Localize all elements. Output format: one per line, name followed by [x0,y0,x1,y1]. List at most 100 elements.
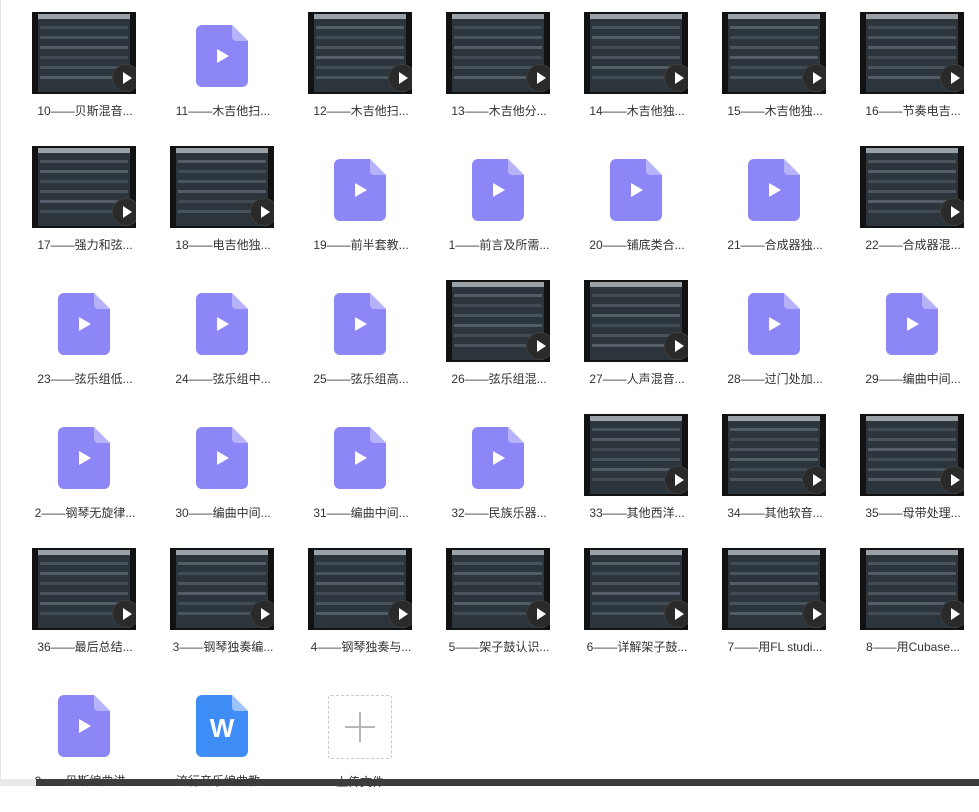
video-file-icon[interactable] [58,427,110,489]
play-icon[interactable] [802,600,826,628]
file-item[interactable]: 16——节奏电吉... [845,12,975,142]
video-thumbnail[interactable] [446,548,550,630]
file-name[interactable]: 7——用FL studi... [707,638,843,655]
file-item[interactable]: 22——合成器混... [845,146,975,276]
file-item[interactable]: 5——架子鼓认识... [431,548,561,678]
file-item[interactable]: 21——合成器独... [707,146,837,276]
play-icon[interactable] [526,600,550,628]
file-item[interactable]: 27——人声混音... [569,280,699,410]
video-thumbnail[interactable] [32,548,136,630]
video-thumbnail[interactable] [860,146,964,228]
file-item[interactable]: 20——铺底类合... [569,146,699,276]
file-name[interactable]: 14——木吉他独... [569,102,705,119]
video-thumbnail[interactable] [170,548,274,630]
play-icon[interactable] [664,466,688,494]
video-file-icon[interactable] [196,25,248,87]
play-icon[interactable] [664,600,688,628]
play-icon[interactable] [940,466,964,494]
file-item[interactable]: 24——弦乐组中... [155,280,285,410]
scrollbar-thumb[interactable] [36,779,979,786]
video-thumbnail[interactable] [446,280,550,362]
file-item[interactable]: 26——弦乐组混... [431,280,561,410]
file-name[interactable]: 3——钢琴独奏编... [155,638,291,655]
file-name[interactable]: 23——弦乐组低... [17,370,153,387]
file-item[interactable]: 12——木吉他扫... [293,12,423,142]
video-thumbnail[interactable] [722,12,826,94]
file-item[interactable]: 9——贝斯编曲讲... [17,682,147,812]
file-name[interactable]: 24——弦乐组中... [155,370,291,387]
play-icon[interactable] [388,600,412,628]
file-item[interactable]: 11——木吉他扫... [155,12,285,142]
file-name[interactable]: 11——木吉他扫... [155,102,291,119]
file-item[interactable]: 17——强力和弦... [17,146,147,276]
play-icon[interactable] [664,64,688,92]
file-name[interactable]: 35——母带处理... [845,504,979,521]
file-item[interactable]: 6——详解架子鼓... [569,548,699,678]
file-name[interactable]: 31——编曲中间... [293,504,429,521]
play-icon[interactable] [112,64,136,92]
video-file-icon[interactable] [748,159,800,221]
video-file-icon[interactable] [196,427,248,489]
video-file-icon[interactable] [610,159,662,221]
file-item[interactable]: 35——母带处理... [845,414,975,544]
file-item[interactable]: 18——电吉他独... [155,146,285,276]
file-item[interactable]: 32——民族乐器... [431,414,561,544]
video-file-icon[interactable] [334,427,386,489]
play-icon[interactable] [526,64,550,92]
file-name[interactable]: 2——钢琴无旋律... [17,504,153,521]
file-name[interactable]: 30——编曲中间... [155,504,291,521]
file-item[interactable]: 7——用FL studi... [707,548,837,678]
file-item[interactable]: 14——木吉他独... [569,12,699,142]
file-name[interactable]: 19——前半套教... [293,236,429,253]
video-thumbnail[interactable] [32,146,136,228]
video-thumbnail[interactable] [860,548,964,630]
play-icon[interactable] [250,600,274,628]
video-thumbnail[interactable] [722,548,826,630]
video-thumbnail[interactable] [308,548,412,630]
file-name[interactable]: 29——编曲中间... [845,370,979,387]
file-name[interactable]: 27——人声混音... [569,370,705,387]
horizontal-scrollbar[interactable] [0,779,979,786]
file-item[interactable]: 34——其他软音... [707,414,837,544]
video-file-icon[interactable] [748,293,800,355]
file-item[interactable]: 28——过门处加... [707,280,837,410]
file-name[interactable]: 34——其他软音... [707,504,843,521]
video-file-icon[interactable] [472,427,524,489]
file-item[interactable]: 36——最后总结... [17,548,147,678]
file-item[interactable]: 15——木吉他独... [707,12,837,142]
play-icon[interactable] [940,600,964,628]
file-name[interactable]: 10——贝斯混音... [17,102,153,119]
file-name[interactable]: 1——前言及所需... [431,236,567,253]
file-name[interactable]: 6——详解架子鼓... [569,638,705,655]
file-name[interactable]: 26——弦乐组混... [431,370,567,387]
file-item[interactable]: 30——编曲中间... [155,414,285,544]
video-file-icon[interactable] [196,293,248,355]
video-thumbnail[interactable] [32,12,136,94]
file-item[interactable]: 23——弦乐组低... [17,280,147,410]
video-file-icon[interactable] [58,695,110,757]
file-name[interactable]: 15——木吉他独... [707,102,843,119]
play-icon[interactable] [388,64,412,92]
play-icon[interactable] [664,332,688,360]
file-item[interactable]: 3——钢琴独奏编... [155,548,285,678]
file-item[interactable]: 19——前半套教... [293,146,423,276]
file-name[interactable]: 8——用Cubase... [845,638,979,655]
file-item[interactable]: W流行音乐编曲教... [155,682,285,812]
file-item[interactable]: 25——弦乐组高... [293,280,423,410]
video-thumbnail[interactable] [584,548,688,630]
file-name[interactable]: 22——合成器混... [845,236,979,253]
file-name[interactable]: 21——合成器独... [707,236,843,253]
file-name[interactable]: 17——强力和弦... [17,236,153,253]
file-name[interactable]: 12——木吉他扫... [293,102,429,119]
file-name[interactable]: 36——最后总结... [17,638,153,655]
file-name[interactable]: 13——木吉他分... [431,102,567,119]
video-file-icon[interactable] [334,293,386,355]
file-item[interactable]: 13——木吉他分... [431,12,561,142]
video-thumbnail[interactable] [722,414,826,496]
play-icon[interactable] [802,64,826,92]
file-name[interactable]: 16——节奏电吉... [845,102,979,119]
file-name[interactable]: 28——过门处加... [707,370,843,387]
file-item[interactable]: 31——编曲中间... [293,414,423,544]
video-file-icon[interactable] [886,293,938,355]
video-thumbnail[interactable] [584,280,688,362]
